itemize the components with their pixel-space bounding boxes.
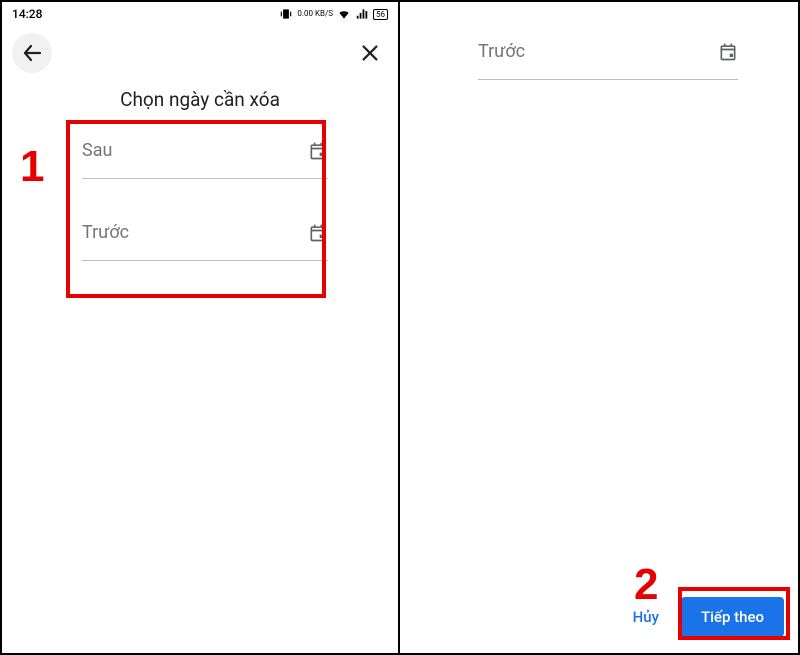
calendar-icon — [308, 223, 328, 243]
before-date-field[interactable]: Trước — [82, 211, 328, 261]
after-date-label: Sau — [82, 140, 112, 161]
back-button[interactable] — [12, 33, 52, 73]
status-time: 14:28 — [12, 7, 42, 21]
header-row — [2, 26, 398, 74]
date-range-group: Sau Trước — [40, 129, 360, 261]
annotation-2: 2 — [634, 560, 658, 610]
before-date-label-right: Trước — [478, 41, 525, 62]
net-speed: 0.00 KB/S — [297, 10, 333, 18]
left-screenshot: 14:28 0.00 KB/S 56 — [2, 2, 400, 653]
close-button[interactable] — [356, 39, 384, 67]
right-screenshot: Trước Hủy Tiếp theo 2 — [400, 2, 798, 653]
signal-icon — [355, 7, 369, 21]
calendar-icon — [308, 141, 328, 161]
before-date-label: Trước — [82, 222, 129, 243]
calendar-icon — [718, 42, 738, 62]
status-icons: 0.00 KB/S 56 — [279, 7, 388, 21]
before-date-field-right[interactable]: Trước — [478, 30, 738, 80]
battery-label: 56 — [373, 9, 388, 20]
wifi-icon — [337, 7, 351, 21]
page-title: Chọn ngày cần xóa — [2, 88, 398, 111]
annotation-1: 1 — [20, 142, 44, 192]
close-icon — [359, 42, 381, 64]
after-date-field[interactable]: Sau — [82, 129, 328, 179]
status-bar: 14:28 0.00 KB/S 56 — [2, 2, 398, 26]
arrow-left-icon — [20, 41, 44, 65]
next-button[interactable]: Tiếp theo — [681, 597, 784, 637]
vibrate-icon — [279, 7, 293, 21]
